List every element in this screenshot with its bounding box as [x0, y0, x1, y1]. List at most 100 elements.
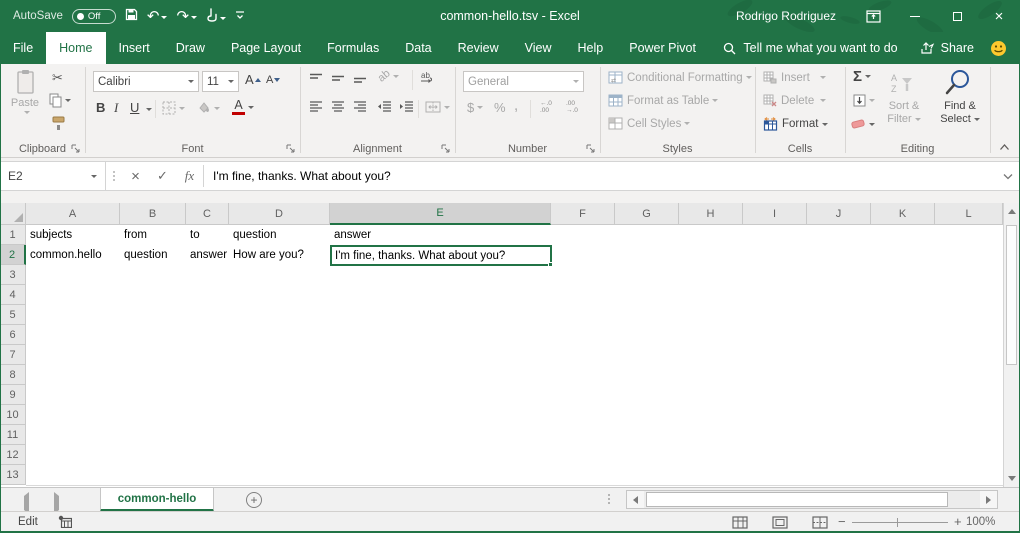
- column-header-I[interactable]: I: [743, 203, 807, 225]
- previous-sheet-button[interactable]: [24, 496, 29, 510]
- horizontal-scrollbar-thumb[interactable]: [646, 492, 948, 507]
- cell-styles-button[interactable]: Cell Styles: [608, 117, 690, 130]
- align-right-button[interactable]: [353, 101, 367, 112]
- cell-B7[interactable]: [120, 345, 187, 366]
- cell-F7[interactable]: [551, 345, 616, 366]
- cell-C11[interactable]: [186, 425, 230, 446]
- cell-H8[interactable]: [679, 365, 744, 386]
- cell-E9[interactable]: [330, 385, 552, 406]
- cell-D7[interactable]: [229, 345, 331, 366]
- cell-E3[interactable]: [330, 265, 552, 286]
- column-header-E[interactable]: E: [330, 203, 551, 225]
- cell-C1[interactable]: to: [186, 225, 230, 246]
- redo-dropdown-arrow[interactable]: [191, 16, 197, 19]
- cell-E1[interactable]: answer: [330, 225, 552, 246]
- cell-J3[interactable]: [807, 265, 872, 286]
- row-header-10[interactable]: 10: [0, 405, 26, 425]
- vertical-scrollbar-thumb[interactable]: [1006, 225, 1017, 365]
- cell-B1[interactable]: from: [120, 225, 187, 246]
- clipboard-dialog-launcher[interactable]: [71, 143, 81, 153]
- cell-I8[interactable]: [743, 365, 808, 386]
- tab-data[interactable]: Data: [392, 32, 444, 64]
- cell-L9[interactable]: [935, 385, 1003, 406]
- new-sheet-button[interactable]: +: [246, 492, 262, 508]
- cell-K13[interactable]: [871, 465, 936, 486]
- cell-G7[interactable]: [615, 345, 680, 366]
- cell-H4[interactable]: [679, 285, 744, 306]
- cell-G10[interactable]: [615, 405, 680, 426]
- feedback-button[interactable]: [986, 32, 1020, 64]
- number-format-combo[interactable]: General: [463, 71, 584, 92]
- cell-B12[interactable]: [120, 445, 187, 466]
- conditional-formatting-dropdown-arrow[interactable]: [746, 76, 752, 79]
- cell-E10[interactable]: [330, 405, 552, 426]
- find-select-button[interactable]: [945, 69, 971, 96]
- name-box-dropdown-arrow[interactable]: [91, 175, 97, 178]
- tab-home[interactable]: Home: [46, 32, 105, 64]
- cell-C7[interactable]: [186, 345, 230, 366]
- cell-D9[interactable]: [229, 385, 331, 406]
- page-break-view-button[interactable]: [811, 515, 829, 529]
- wrap-text-button[interactable]: ab: [420, 71, 435, 84]
- copy-dropdown-arrow[interactable]: [65, 99, 71, 102]
- expand-formula-bar-button[interactable]: [996, 162, 1020, 190]
- align-left-button[interactable]: [309, 101, 323, 112]
- tab-view[interactable]: View: [512, 32, 565, 64]
- align-middle-button[interactable]: [331, 73, 345, 84]
- cell-E2[interactable]: I'm fine, thanks. What about you?: [330, 245, 552, 266]
- row-header-11[interactable]: 11: [0, 425, 26, 445]
- zoom-out-button[interactable]: −: [838, 514, 846, 529]
- zoom-level[interactable]: 100%: [966, 516, 995, 528]
- cell-F1[interactable]: [551, 225, 616, 246]
- column-header-D[interactable]: D: [229, 203, 330, 225]
- close-button[interactable]: ×: [978, 0, 1020, 32]
- share-button[interactable]: Share: [908, 32, 986, 64]
- merge-center-dropdown-arrow[interactable]: [444, 106, 450, 109]
- cell-G6[interactable]: [615, 325, 680, 346]
- cell-I2[interactable]: [743, 245, 808, 266]
- cell-G1[interactable]: [615, 225, 680, 246]
- borders-button[interactable]: [162, 101, 185, 115]
- cell-A12[interactable]: [26, 445, 121, 466]
- cell-L10[interactable]: [935, 405, 1003, 426]
- cell-G8[interactable]: [615, 365, 680, 386]
- cell-L8[interactable]: [935, 365, 1003, 386]
- cell-B10[interactable]: [120, 405, 187, 426]
- cell-H11[interactable]: [679, 425, 744, 446]
- cell-G13[interactable]: [615, 465, 680, 486]
- column-header-G[interactable]: G: [615, 203, 679, 225]
- column-header-A[interactable]: A: [26, 203, 120, 225]
- column-header-B[interactable]: B: [120, 203, 186, 225]
- column-header-F[interactable]: F: [551, 203, 615, 225]
- row-header-4[interactable]: 4: [0, 285, 26, 305]
- cell-G3[interactable]: [615, 265, 680, 286]
- cell-L12[interactable]: [935, 445, 1003, 466]
- cell-L6[interactable]: [935, 325, 1003, 346]
- cell-F8[interactable]: [551, 365, 616, 386]
- column-header-L[interactable]: L: [935, 203, 1003, 225]
- cell-B3[interactable]: [120, 265, 187, 286]
- tab-review[interactable]: Review: [445, 32, 512, 64]
- cell-L5[interactable]: [935, 305, 1003, 326]
- cell-H2[interactable]: [679, 245, 744, 266]
- cell-K3[interactable]: [871, 265, 936, 286]
- formula-bar-drag-handle[interactable]: [106, 162, 122, 190]
- row-header-8[interactable]: 8: [0, 365, 26, 385]
- cell-J4[interactable]: [807, 285, 872, 306]
- number-format-dropdown-arrow[interactable]: [573, 80, 579, 83]
- align-bottom-button[interactable]: [353, 73, 367, 84]
- cell-D4[interactable]: [229, 285, 331, 306]
- format-dropdown-arrow[interactable]: [822, 123, 828, 126]
- comma-style-button[interactable]: ,: [514, 97, 518, 114]
- row-header-13[interactable]: 13: [0, 465, 26, 485]
- cell-J5[interactable]: [807, 305, 872, 326]
- cell-D12[interactable]: [229, 445, 331, 466]
- underline-button[interactable]: U: [130, 100, 139, 115]
- cell-A11[interactable]: [26, 425, 121, 446]
- autosum-button[interactable]: Σ: [853, 68, 871, 85]
- sort-filter-label[interactable]: Sort &Filter: [880, 100, 928, 126]
- undo-dropdown-arrow[interactable]: [161, 16, 167, 19]
- cell-A1[interactable]: subjects: [26, 225, 121, 246]
- vertical-scrollbar[interactable]: [1003, 203, 1019, 487]
- cell-J6[interactable]: [807, 325, 872, 346]
